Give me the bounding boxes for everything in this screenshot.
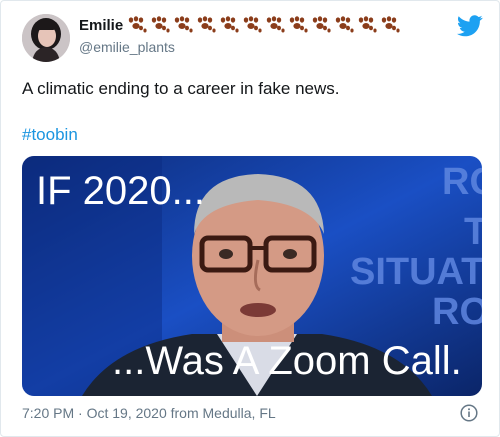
paw-icon (197, 16, 216, 33)
tweet-text: A climatic ending to a career in fake ne… (22, 79, 340, 98)
paw-icon (358, 16, 377, 33)
bg-text-4: RO (432, 291, 482, 333)
bg-text-1: RO (442, 161, 482, 203)
paw-icon (174, 16, 193, 33)
paw-icon (312, 16, 331, 33)
author-name[interactable]: Emilie (79, 17, 123, 34)
hashtag-link[interactable]: #toobin (22, 125, 78, 145)
twitter-bird-icon[interactable] (457, 15, 483, 37)
paw-icon (243, 16, 262, 33)
paw-icon (266, 16, 285, 33)
paw-emoji-row (127, 16, 400, 34)
paw-icon (381, 16, 400, 33)
tweet-media-image[interactable]: RO T SITUATI RO IF 2020... (22, 156, 482, 396)
tweet-card: Emilie @emilie_plants A climatic ending … (0, 0, 500, 437)
meme-caption-bottom: ...Was A Zoom Call. (112, 339, 462, 383)
bg-text-2: T (464, 211, 482, 253)
avatar[interactable] (22, 14, 70, 62)
info-icon[interactable] (460, 404, 478, 422)
paw-icon (220, 16, 239, 33)
bg-text-3: SITUATI (350, 251, 482, 293)
author-handle[interactable]: @emilie_plants (79, 39, 175, 55)
tweet-timestamp[interactable]: 7:20 PM · Oct 19, 2020 from Medulla, FL (22, 405, 276, 421)
paw-icon (128, 16, 147, 33)
paw-icon (289, 16, 308, 33)
paw-icon (335, 16, 354, 33)
paw-icon (151, 16, 170, 33)
meme-caption-top: IF 2020... (36, 169, 205, 213)
